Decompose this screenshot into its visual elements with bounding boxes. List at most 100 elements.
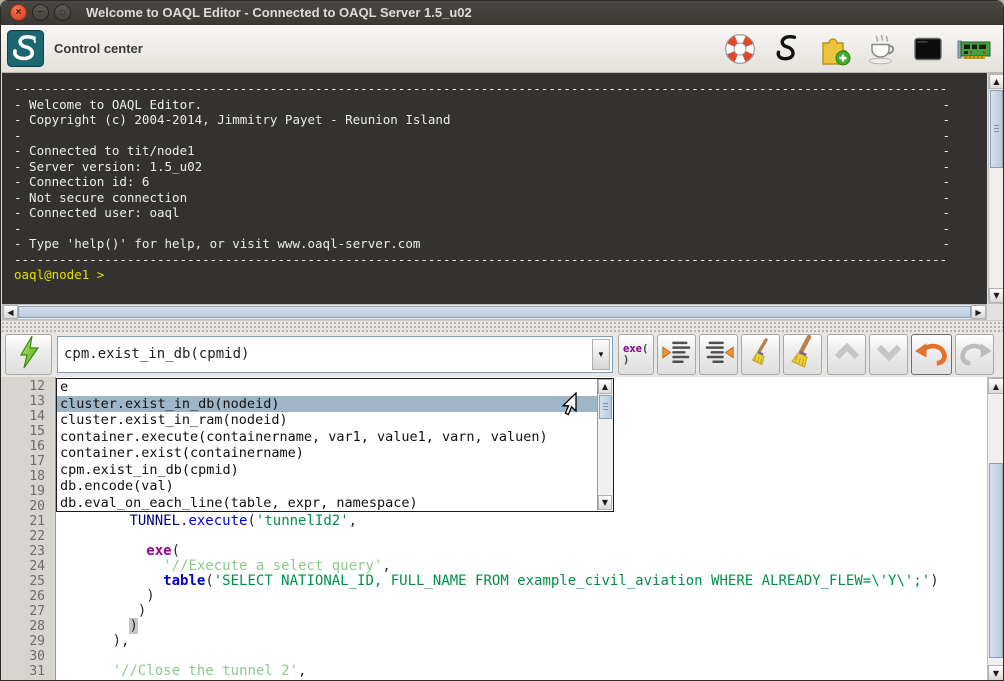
terminal-prompt: oaql@node1 > (14, 267, 950, 283)
autocomplete-item[interactable]: e (57, 379, 597, 396)
autocomplete-dropdown: ecluster.exist_in_db(nodeid)cluster.exis… (56, 378, 614, 512)
code-line: ) (62, 604, 146, 619)
minimize-button[interactable]: − (32, 4, 49, 21)
editor-vertical-scrollbar[interactable]: ▲ ▼ (987, 377, 1004, 681)
line-number: 30 (1, 649, 55, 664)
autocomplete-list: ecluster.exist_in_db(nodeid)cluster.exis… (57, 379, 597, 511)
scrollbar-thumb[interactable] (989, 463, 1003, 658)
scroll-left-arrow-icon[interactable]: ◀ (3, 305, 18, 319)
line-number: 25 (1, 574, 55, 589)
code-line: '//Close the tunnel 2', (62, 664, 306, 679)
terminal-vertical-scrollbar[interactable]: ▲ ▼ (988, 73, 1004, 304)
maximize-icon: □ (60, 8, 65, 18)
scroll-down-arrow-icon[interactable]: ▼ (989, 288, 1004, 303)
scrollbar-thumb[interactable] (18, 306, 971, 318)
line-number: 14 (1, 409, 55, 424)
terminal-panel: ----------------------------------------… (1, 73, 1004, 321)
oaql-editor-window: × − □ Welcome to OAQL Editor - Connected… (0, 0, 1004, 681)
run-button[interactable] (5, 334, 52, 375)
command-combobox[interactable]: ▼ (57, 336, 613, 373)
oaql-logo-icon (7, 30, 44, 67)
indent-button[interactable] (657, 334, 696, 375)
line-number: 15 (1, 424, 55, 439)
line-number: 24 (1, 559, 55, 574)
redo-button[interactable] (955, 334, 994, 375)
move-up-button[interactable] (827, 334, 866, 375)
line-number: 18 (1, 469, 55, 484)
exe-wrap-button[interactable]: exe( ) (618, 334, 654, 375)
network-card-icon[interactable] (956, 30, 994, 68)
autocomplete-item[interactable]: db.encode(val) (57, 478, 597, 495)
broom-small-icon (749, 338, 773, 371)
chevron-up-icon (831, 338, 863, 371)
app-toolbar: Control center (1, 25, 1003, 73)
code-line: exe( (62, 544, 180, 559)
code-line: TUNNEL.execute('tunnelId2', (62, 514, 357, 529)
scrollbar-thumb[interactable] (599, 395, 612, 419)
line-number: 13 (1, 394, 55, 409)
chevron-down-icon (873, 338, 905, 371)
terminal-screen-icon[interactable] (909, 30, 947, 68)
line-number: 26 (1, 589, 55, 604)
line-number: 20 (1, 499, 55, 514)
autocomplete-item[interactable]: container.execute(containername, var1, v… (57, 429, 597, 446)
terminal-horizontal-scrollbar[interactable]: ◀ ▶ (2, 304, 987, 320)
indent-icon (660, 337, 694, 373)
line-number-gutter: 1213141516171819202122232425262728293031 (1, 377, 56, 681)
clean-small-button[interactable] (741, 334, 780, 375)
lightning-bolt-icon (17, 334, 41, 375)
close-icon: × (16, 8, 22, 18)
line-number: 16 (1, 439, 55, 454)
coffee-icon[interactable] (862, 30, 900, 68)
undo-button[interactable] (911, 334, 952, 375)
autocomplete-item[interactable]: db.eval_on_each_line(table, expr, namesp… (57, 495, 597, 512)
help-lifebuoy-icon[interactable] (721, 30, 759, 68)
close-button[interactable]: × (10, 4, 27, 21)
autocomplete-item[interactable]: cluster.exist_in_db(nodeid) (57, 396, 597, 413)
dropdown-scrollbar[interactable]: ▲ ▼ (597, 379, 613, 510)
snake-icon[interactable] (768, 30, 806, 68)
code-line: ) (62, 619, 138, 634)
autocomplete-item[interactable]: cpm.exist_in_db(cpmid) (57, 462, 597, 479)
line-number: 23 (1, 544, 55, 559)
move-down-button[interactable] (869, 334, 908, 375)
chevron-down-icon: ▼ (597, 350, 605, 359)
scroll-down-arrow-icon[interactable]: ▼ (598, 495, 612, 510)
clean-all-button[interactable] (783, 334, 822, 375)
scrollbar-thumb[interactable] (990, 90, 1003, 168)
code-line: '//Execute a select query', (62, 559, 391, 574)
line-number: 19 (1, 484, 55, 499)
code-line: ) (62, 589, 155, 604)
autocomplete-item[interactable]: container.exist(containername) (57, 445, 597, 462)
scroll-down-arrow-icon[interactable]: ▼ (988, 665, 1004, 681)
outdent-button[interactable] (699, 334, 738, 375)
scroll-right-arrow-icon[interactable]: ▶ (971, 305, 986, 319)
line-number: 17 (1, 454, 55, 469)
line-number: 21 (1, 514, 55, 529)
terminal-view[interactable]: ----------------------------------------… (2, 73, 987, 304)
titlebar[interactable]: × − □ Welcome to OAQL Editor - Connected… (1, 1, 1003, 25)
autocomplete-item[interactable]: cluster.exist_in_ram(nodeid) (57, 412, 597, 429)
toolbar-icons (721, 30, 994, 68)
control-center-label: Control center (54, 41, 143, 56)
add-plugin-puzzle-icon[interactable] (815, 30, 853, 68)
line-number: 12 (1, 379, 55, 394)
undo-icon (914, 338, 950, 371)
scroll-up-arrow-icon[interactable]: ▲ (598, 379, 612, 394)
command-bar: ▼ exe( ) (1, 332, 1003, 377)
combobox-dropdown-button[interactable]: ▼ (592, 339, 610, 370)
terminal-output: ----------------------------------------… (14, 81, 950, 283)
command-input[interactable] (60, 339, 592, 368)
line-number: 28 (1, 619, 55, 634)
minimize-icon: − (38, 8, 44, 18)
broom-large-icon (788, 335, 818, 374)
redo-icon (957, 338, 993, 371)
outdent-icon (702, 337, 736, 373)
scroll-up-arrow-icon[interactable]: ▲ (989, 74, 1004, 89)
code-line: ), (62, 634, 129, 649)
scroll-up-arrow-icon[interactable]: ▲ (988, 378, 1004, 394)
line-number: 27 (1, 604, 55, 619)
maximize-button[interactable]: □ (54, 4, 71, 21)
scrollbar-corner (988, 304, 1004, 320)
code-line: table('SELECT NATIONAL_ID, FULL_NAME FRO… (62, 574, 939, 589)
